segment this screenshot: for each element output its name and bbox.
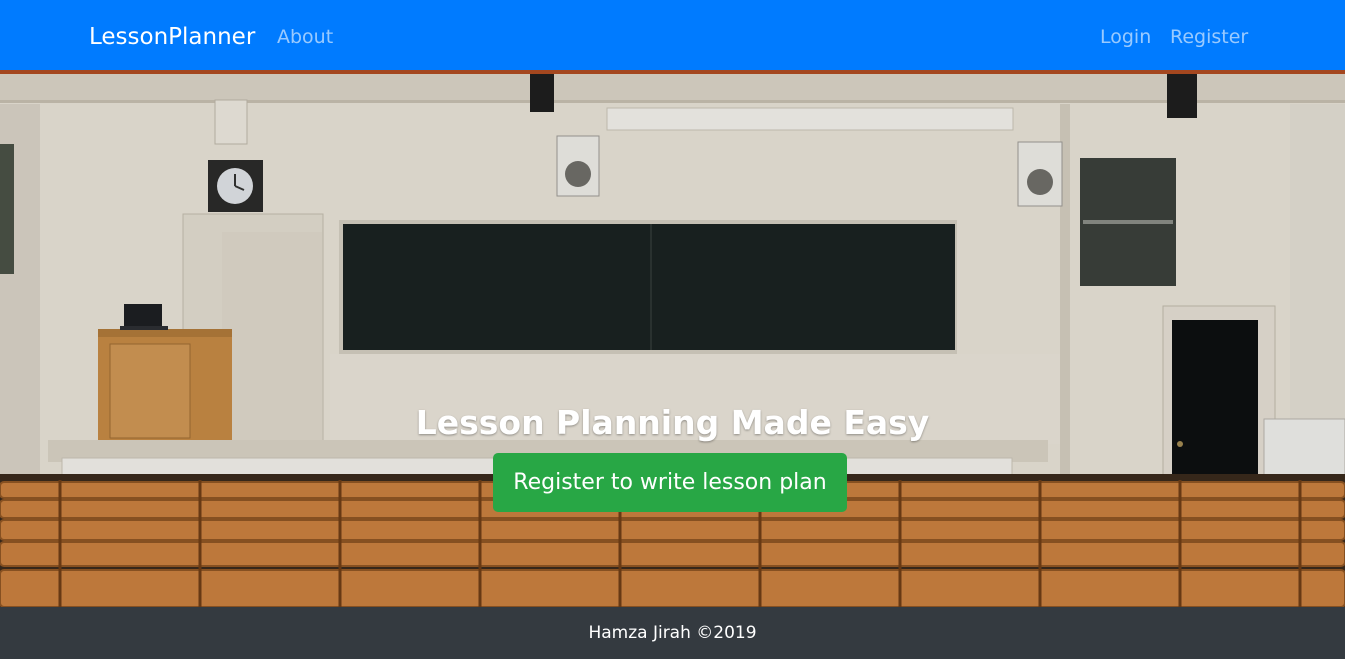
- footer: Hamza Jirah ©2019: [0, 607, 1345, 659]
- hero-section: Lesson Planning Made Easy Register to wr…: [0, 74, 1345, 607]
- nav-about-link[interactable]: About: [277, 25, 333, 49]
- hero-title: Lesson Planning Made Easy: [415, 403, 930, 442]
- lecture-hall-background-image: [0, 74, 1345, 607]
- nav-register-link[interactable]: Register: [1170, 25, 1248, 49]
- brand-logo-link[interactable]: LessonPlanner: [89, 23, 255, 51]
- register-cta-button[interactable]: Register to write lesson plan: [493, 453, 847, 512]
- nav-login-link[interactable]: Login: [1100, 25, 1151, 49]
- navbar: LessonPlanner About Login Register: [0, 0, 1345, 74]
- footer-copyright-text: Hamza Jirah ©2019: [588, 623, 757, 643]
